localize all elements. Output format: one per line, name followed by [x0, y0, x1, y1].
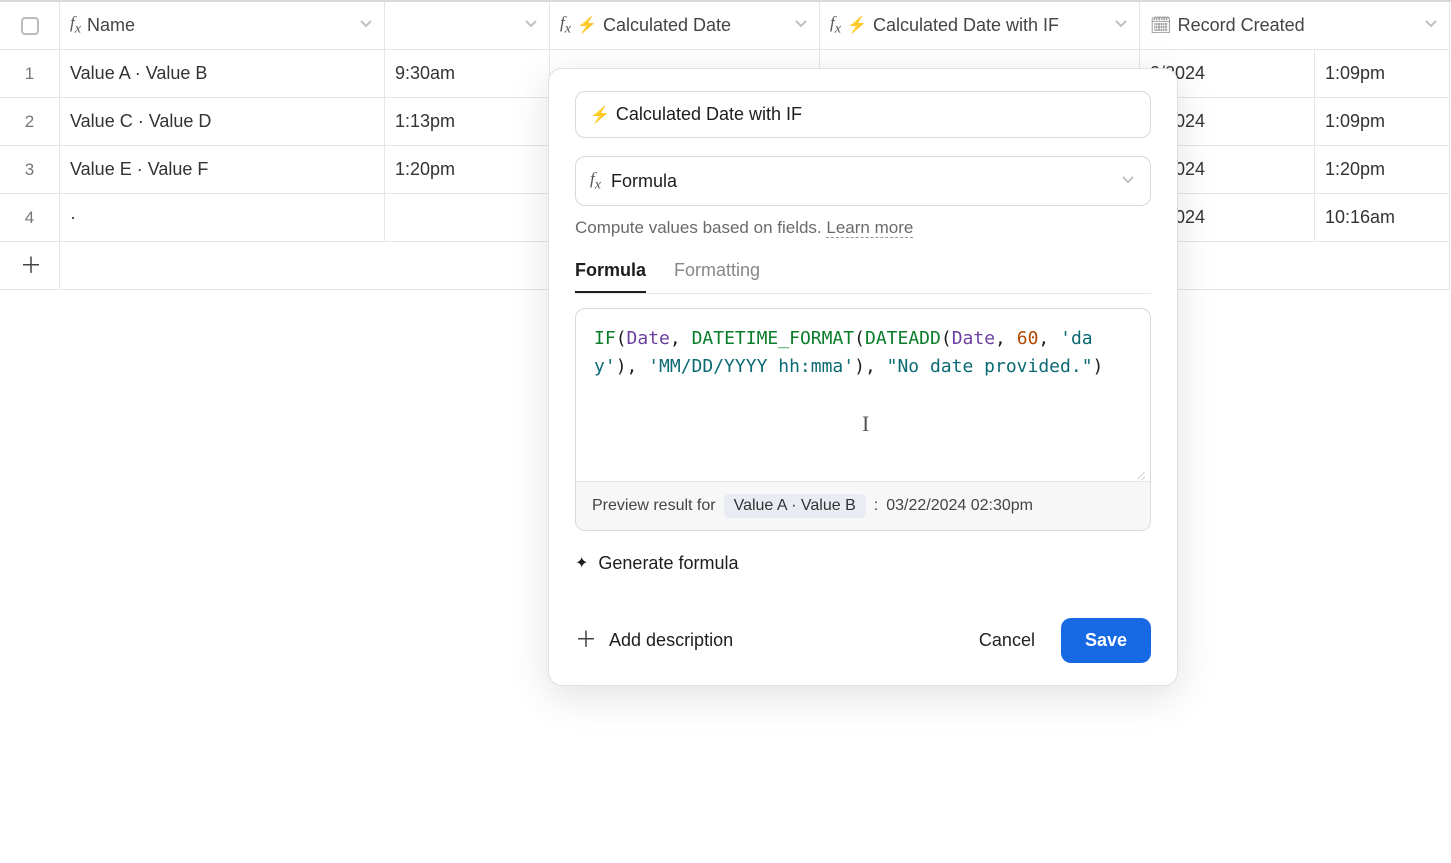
bolt-icon: ⚡	[847, 15, 867, 35]
formula-icon: fx	[590, 169, 601, 193]
save-button[interactable]: Save	[1061, 618, 1151, 663]
row-number[interactable]: 1	[0, 50, 60, 98]
plus-icon: ＋	[20, 255, 42, 277]
chevron-down-icon	[1120, 171, 1136, 192]
generate-formula-label: Generate formula	[598, 553, 738, 574]
add-description-label: Add description	[609, 630, 733, 651]
row-number[interactable]: 3	[0, 146, 60, 194]
column-label: Calculated Date with IF	[873, 15, 1059, 36]
tab-formula[interactable]: Formula	[575, 260, 646, 293]
column-label: Record Created	[1178, 15, 1305, 36]
column-header-blank[interactable]	[385, 2, 550, 50]
preview-label: Preview result for	[592, 497, 716, 515]
header-select-all[interactable]	[0, 2, 60, 50]
field-editor-dialog: ⚡ Calculated Date with IF fx Formula Com…	[548, 68, 1178, 686]
chevron-down-icon[interactable]	[523, 15, 539, 36]
cell-time[interactable]: 9:30am	[385, 50, 550, 98]
bolt-icon: ⚡	[590, 105, 610, 125]
cell-created-time[interactable]: 1:09pm	[1315, 50, 1450, 98]
field-type-label: Formula	[611, 171, 677, 192]
column-header-calculated-date[interactable]: fx ⚡ Calculated Date	[550, 2, 820, 50]
row-number[interactable]: 4	[0, 194, 60, 242]
field-name-text: Calculated Date with IF	[616, 104, 802, 125]
cell-created-time[interactable]: 1:20pm	[1315, 146, 1450, 194]
column-header-name[interactable]: fx Name	[60, 2, 385, 50]
dialog-footer: ＋ Add description Cancel Save	[575, 618, 1151, 663]
add-row-button[interactable]: ＋	[0, 242, 60, 290]
chevron-down-icon[interactable]	[1423, 15, 1439, 36]
cell-time[interactable]: 1:13pm	[385, 98, 550, 146]
column-header-record-created[interactable]: 🗓 Record Created	[1140, 2, 1450, 50]
field-name-input[interactable]: ⚡ Calculated Date with IF	[575, 91, 1151, 138]
sparkle-icon: ✦	[575, 553, 588, 573]
cell-name[interactable]: Value A · Value B	[60, 50, 385, 98]
cell-name[interactable]: ·	[60, 194, 385, 242]
text-cursor-icon: I	[862, 407, 869, 441]
chevron-down-icon[interactable]	[358, 15, 374, 36]
formula-textarea[interactable]: IF(Date, DATETIME_FORMAT(DATEADD(Date, 6…	[576, 309, 1150, 480]
cell-time[interactable]: 1:20pm	[385, 146, 550, 194]
generate-formula-button[interactable]: ✦ Generate formula	[575, 553, 1151, 574]
learn-more-link[interactable]: Learn more	[826, 218, 913, 238]
helper-text: Compute values based on fields. Learn mo…	[575, 218, 1151, 238]
select-all-checkbox[interactable]	[21, 17, 39, 35]
formula-icon: fx	[830, 13, 841, 37]
cell-time[interactable]	[385, 194, 550, 242]
helper-text-content: Compute values based on fields.	[575, 218, 826, 237]
column-header-calculated-date-if[interactable]: fx ⚡ Calculated Date with IF	[820, 2, 1140, 50]
bolt-icon: ⚡	[577, 15, 597, 35]
cancel-button[interactable]: Cancel	[979, 630, 1035, 651]
tab-formatting[interactable]: Formatting	[674, 260, 760, 293]
cell-name[interactable]: Value E · Value F	[60, 146, 385, 194]
preview-value: 03/22/2024 02:30pm	[886, 497, 1033, 515]
chevron-down-icon[interactable]	[1113, 15, 1129, 36]
formula-icon: fx	[560, 13, 571, 37]
preview-record-pill[interactable]: Value A · Value B	[724, 494, 866, 518]
column-label: Calculated Date	[603, 15, 731, 36]
formula-editor: IF(Date, DATETIME_FORMAT(DATEADD(Date, 6…	[575, 308, 1151, 530]
cell-created-time[interactable]: 10:16am	[1315, 194, 1450, 242]
resize-handle-icon[interactable]	[1132, 465, 1146, 479]
add-description-button[interactable]: ＋ Add description	[575, 629, 733, 651]
editor-tabs: Formula Formatting	[575, 260, 1151, 294]
chevron-down-icon[interactable]	[793, 15, 809, 36]
row-number[interactable]: 2	[0, 98, 60, 146]
cell-name[interactable]: Value C · Value D	[60, 98, 385, 146]
plus-icon: ＋	[575, 629, 597, 651]
column-label: Name	[87, 15, 135, 36]
formula-preview: Preview result for Value A · Value B : 0…	[576, 481, 1150, 530]
formula-icon: fx	[70, 13, 81, 37]
cell-created-time[interactable]: 1:09pm	[1315, 98, 1450, 146]
preview-separator: :	[874, 497, 878, 515]
calendar-icon: 🗓	[1150, 16, 1172, 36]
field-type-select[interactable]: fx Formula	[575, 156, 1151, 206]
